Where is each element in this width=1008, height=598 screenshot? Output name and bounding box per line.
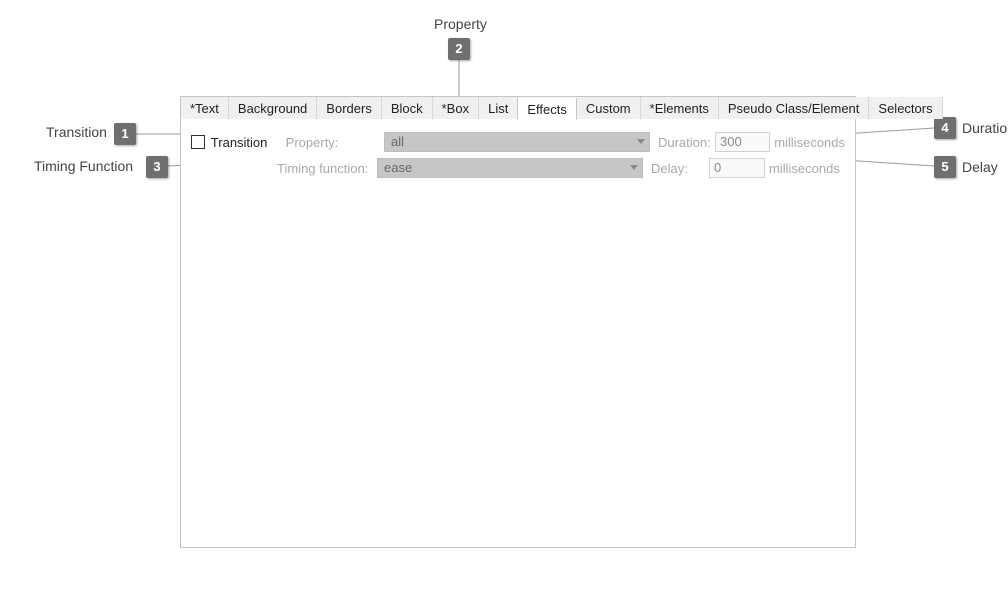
tab-borders[interactable]: Borders	[317, 97, 382, 119]
duration-input[interactable]: 300	[715, 132, 770, 152]
callout-marker-timing-function: 3	[146, 156, 168, 178]
row-timing-delay: Timing function: ease Delay: 0 milliseco…	[191, 155, 845, 181]
tab-elements[interactable]: *Elements	[641, 97, 719, 119]
row-property-duration: Transition Property: all Duration: 300 m…	[191, 129, 845, 155]
tab-list[interactable]: List	[479, 97, 518, 119]
transition-checkbox[interactable]	[191, 135, 205, 149]
duration-unit: milliseconds	[774, 135, 845, 150]
callout-label-transition: Transition	[46, 124, 107, 140]
tab-text[interactable]: *Text	[181, 97, 229, 119]
timing-function-select[interactable]: ease	[377, 158, 643, 178]
callout-label-duration: Duration	[962, 120, 1008, 136]
callout-label-timing-function: Timing Function	[34, 158, 133, 174]
tab-background[interactable]: Background	[229, 97, 317, 119]
tab-box[interactable]: *Box	[433, 97, 479, 119]
delay-unit: milliseconds	[769, 161, 840, 176]
callout-marker-transition: 1	[114, 123, 136, 145]
chevron-down-icon	[637, 139, 645, 144]
timing-function-select-value: ease	[384, 160, 412, 175]
tab-block[interactable]: Block	[382, 97, 433, 119]
callout-marker-property: 2	[448, 38, 470, 60]
callout-marker-delay: 5	[934, 156, 956, 178]
css-effects-panel: *Text Background Borders Block *Box List…	[180, 96, 856, 548]
callout-label-delay: Delay	[962, 159, 998, 175]
tab-selectors[interactable]: Selectors	[869, 97, 942, 119]
property-select-value: all	[391, 134, 404, 149]
callout-marker-duration: 4	[934, 117, 956, 139]
callout-label-property: Property	[434, 16, 487, 32]
property-select[interactable]: all	[384, 132, 650, 152]
delay-input[interactable]: 0	[709, 158, 765, 178]
property-label: Property:	[286, 135, 384, 150]
chevron-down-icon	[630, 165, 638, 170]
delay-label: Delay:	[651, 161, 709, 176]
panel-body: Transition Property: all Duration: 300 m…	[181, 119, 855, 191]
tabstrip: *Text Background Borders Block *Box List…	[181, 97, 855, 119]
tab-pseudo[interactable]: Pseudo Class/Element	[719, 97, 870, 119]
transition-checkbox-label: Transition	[211, 135, 276, 150]
duration-label: Duration:	[658, 135, 715, 150]
tab-custom[interactable]: Custom	[577, 97, 641, 119]
tab-effects[interactable]: Effects	[517, 98, 577, 120]
timing-function-label: Timing function:	[277, 161, 377, 176]
